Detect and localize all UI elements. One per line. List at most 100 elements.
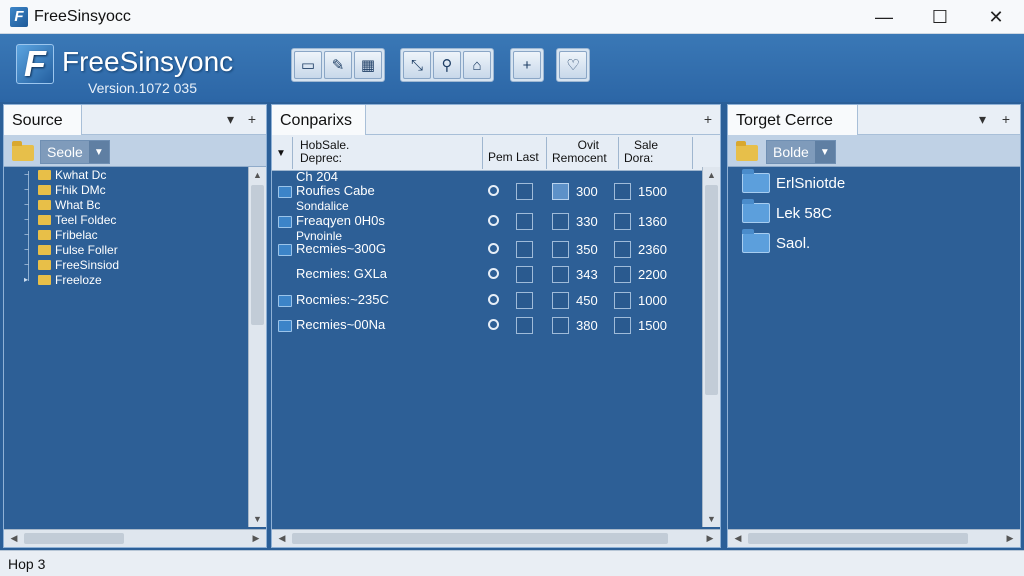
row-checkbox[interactable] bbox=[552, 317, 569, 334]
scroll-left-icon[interactable]: ◀ bbox=[274, 530, 290, 547]
comparison-vertical-scrollbar[interactable]: ▲ ▼ bbox=[702, 167, 720, 527]
toolbar-group-add: + bbox=[510, 48, 544, 82]
target-horizontal-scrollbar[interactable]: ◀ ▶ bbox=[728, 529, 1020, 547]
source-vertical-scrollbar[interactable]: ▲ ▼ bbox=[248, 167, 266, 527]
tab-comparison[interactable]: Conparixs bbox=[272, 105, 366, 136]
row-checkbox[interactable] bbox=[516, 183, 533, 200]
chevron-down-icon[interactable]: ▼ bbox=[88, 141, 109, 163]
row-checkbox[interactable] bbox=[552, 292, 569, 309]
target-folder-select[interactable]: Bolde ▼ bbox=[766, 140, 836, 164]
row-checkbox[interactable] bbox=[552, 241, 569, 258]
row-checkbox[interactable] bbox=[552, 213, 569, 230]
row-name: Recmies: GXLa bbox=[296, 266, 388, 281]
resize-button[interactable]: ⤡ bbox=[403, 51, 431, 79]
table-row[interactable]: Roufies Cabe Sondalice 300 1500 bbox=[272, 183, 692, 213]
tree-item[interactable]: − Fhik DMc bbox=[24, 182, 106, 197]
row-radio[interactable] bbox=[488, 268, 499, 279]
list-item[interactable]: ErlSniotde bbox=[742, 169, 845, 193]
window-title: FreeSinsyocc bbox=[34, 7, 131, 25]
status-bar: Hop 3 bbox=[0, 550, 1024, 576]
scroll-thumb[interactable] bbox=[705, 185, 718, 395]
row-sub: Sondalice bbox=[296, 199, 349, 213]
scroll-up-icon[interactable]: ▲ bbox=[703, 167, 720, 183]
row-checkbox[interactable] bbox=[614, 292, 631, 309]
scroll-right-icon[interactable]: ▶ bbox=[702, 530, 718, 547]
row-checkbox[interactable] bbox=[614, 317, 631, 334]
grid-button[interactable]: ▦ bbox=[354, 51, 382, 79]
target-menu-button[interactable]: ▾ bbox=[979, 111, 986, 128]
row-checkbox[interactable] bbox=[614, 241, 631, 258]
row-checkbox[interactable] bbox=[516, 292, 533, 309]
scroll-thumb[interactable] bbox=[251, 185, 264, 325]
tab-source[interactable]: Source bbox=[4, 105, 82, 136]
add-button[interactable]: + bbox=[513, 51, 541, 79]
tree-item[interactable]: − FreeSinsiod bbox=[24, 257, 119, 272]
row-checkbox[interactable] bbox=[614, 213, 631, 230]
row-radio[interactable] bbox=[488, 319, 499, 330]
source-folder-select[interactable]: Seole ▼ bbox=[40, 140, 110, 164]
scroll-right-icon[interactable]: ▶ bbox=[1002, 530, 1018, 547]
location-button[interactable]: ♡ bbox=[559, 51, 587, 79]
row-checkbox[interactable] bbox=[516, 213, 533, 230]
chevron-down-icon[interactable]: ▼ bbox=[814, 141, 835, 163]
row-radio[interactable] bbox=[488, 294, 499, 305]
list-item[interactable]: Saol. bbox=[742, 229, 810, 253]
row-radio[interactable] bbox=[488, 215, 499, 226]
open-folder-button[interactable]: ▭ bbox=[294, 51, 322, 79]
tree-item[interactable]: − Fribelac bbox=[24, 227, 98, 242]
column-header-ovit[interactable]: Ovit Remocent bbox=[552, 139, 607, 165]
column-header-sale[interactable]: Sale Dora: bbox=[624, 139, 658, 165]
folder-icon bbox=[12, 141, 34, 161]
scroll-thumb[interactable] bbox=[24, 533, 124, 544]
home-icon: ⌂ bbox=[472, 56, 482, 74]
table-row[interactable]: Recmies~300G 350 2360 bbox=[272, 241, 692, 261]
maximize-button[interactable]: ☐ bbox=[912, 0, 968, 34]
row-checkbox[interactable] bbox=[516, 241, 533, 258]
tree-item[interactable]: − What Bc bbox=[24, 197, 100, 212]
row-checkbox[interactable] bbox=[614, 266, 631, 283]
scroll-left-icon[interactable]: ◀ bbox=[6, 530, 22, 547]
row-value-1: 350 bbox=[576, 242, 598, 257]
home-button[interactable]: ⌂ bbox=[463, 51, 491, 79]
row-radio[interactable] bbox=[488, 243, 499, 254]
table-row[interactable]: Freaqyen 0H0s Pvnoinle 330 1360 bbox=[272, 213, 692, 243]
edit-button[interactable]: ✎ bbox=[324, 51, 352, 79]
scroll-right-icon[interactable]: ▶ bbox=[248, 530, 264, 547]
sort-icon[interactable]: ▼ bbox=[276, 147, 286, 160]
comparison-horizontal-scrollbar[interactable]: ◀ ▶ bbox=[272, 529, 720, 547]
tree-item[interactable]: ▸ Freeloze bbox=[24, 272, 102, 287]
table-row[interactable]: Rocmies:~235C 450 1000 bbox=[272, 292, 692, 312]
column-separator bbox=[692, 137, 693, 169]
scroll-thumb[interactable] bbox=[748, 533, 968, 544]
table-row[interactable]: Recmies~00Na 380 1500 bbox=[272, 317, 692, 337]
comparison-panel: Conparixs + ▼ HobSale. Deprec: Pem Last O… bbox=[271, 104, 721, 548]
list-item[interactable]: Lek 58C bbox=[742, 199, 832, 223]
comparison-add-button[interactable]: + bbox=[704, 111, 712, 127]
column-header-name[interactable]: HobSale. Deprec: bbox=[300, 139, 349, 165]
source-menu-button[interactable]: ▾ bbox=[227, 111, 234, 128]
minimize-button[interactable]: — bbox=[856, 0, 912, 34]
close-button[interactable]: ✕ bbox=[968, 0, 1024, 34]
scroll-up-icon[interactable]: ▲ bbox=[249, 167, 266, 183]
row-radio[interactable] bbox=[488, 185, 499, 196]
tab-target[interactable]: Torget Cerrce bbox=[728, 105, 858, 136]
row-checkbox-marked[interactable] bbox=[552, 183, 569, 200]
target-add-button[interactable]: + bbox=[1002, 111, 1010, 127]
scroll-thumb[interactable] bbox=[292, 533, 668, 544]
scroll-left-icon[interactable]: ◀ bbox=[730, 530, 746, 547]
source-horizontal-scrollbar[interactable]: ◀ ▶ bbox=[4, 529, 266, 547]
row-checkbox[interactable] bbox=[516, 317, 533, 334]
collapse-icon: − bbox=[24, 170, 29, 179]
table-row[interactable]: Recmies: GXLa 343 2200 bbox=[272, 266, 692, 286]
column-header-perm[interactable]: Pem Last bbox=[488, 151, 539, 164]
row-checkbox[interactable] bbox=[614, 183, 631, 200]
tree-item[interactable]: − Teel Foldec bbox=[24, 212, 116, 227]
scroll-down-icon[interactable]: ▼ bbox=[249, 511, 266, 527]
tree-item[interactable]: − Kwhat Dc bbox=[24, 167, 106, 182]
source-add-button[interactable]: + bbox=[248, 111, 256, 127]
row-checkbox[interactable] bbox=[516, 266, 533, 283]
tree-item[interactable]: − Fulse Foller bbox=[24, 242, 118, 257]
scroll-down-icon[interactable]: ▼ bbox=[703, 511, 720, 527]
search-button[interactable]: ⚲ bbox=[433, 51, 461, 79]
row-checkbox[interactable] bbox=[552, 266, 569, 283]
